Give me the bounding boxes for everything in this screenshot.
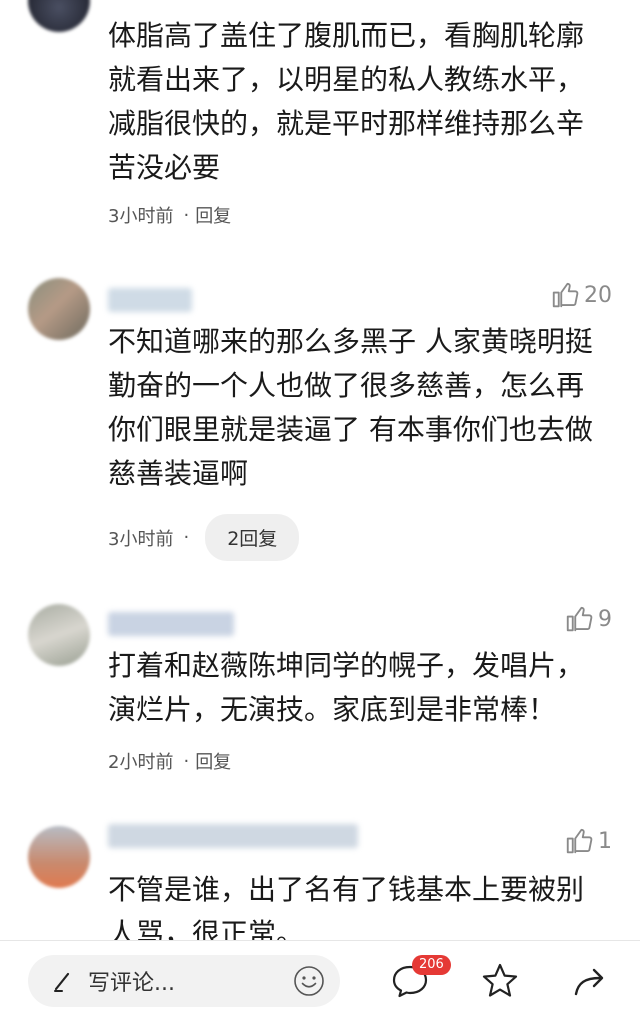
username-blurred[interactable] [108,288,192,312]
comment-text: 不知道哪来的那么多黑子 人家黄晓明挺 勤奋的一个人也做了很多慈善，怎么再 你们眼… [108,325,593,490]
comment-time: 3小时前 [108,528,174,550]
comment-meta: 2小时前 · 回复 [108,748,231,774]
comment-3: 9 打着和赵薇陈坤同学的幌子，发唱片， 演烂片，无演技。家底到是非常棒！ 2小时… [0,598,640,798]
reply-button[interactable]: 回复 [195,748,231,774]
pen-icon [54,972,70,992]
write-comment-input[interactable]: 写评论... [28,955,340,1007]
like-count: 9 [598,606,612,632]
bottom-bar: 写评论... 206 [0,940,640,1021]
star-icon[interactable] [480,961,520,1001]
avatar[interactable] [28,0,90,32]
thumbs-up-icon [566,606,593,632]
comment-meta: 3小时前 · 回复 [108,202,231,228]
comment-1: 体脂高了盖住了腹肌而已，看胸肌轮廓 就看出来了，以明星的私人教练水平， 减脂很快… [0,0,640,250]
avatar[interactable] [28,278,90,340]
smile-icon[interactable] [292,964,326,998]
username-blurred[interactable] [108,824,358,848]
separator: · [183,204,190,226]
avatar[interactable] [28,826,90,888]
comment-meta: 3小时前 · 2回复 [108,514,300,561]
like-button[interactable]: 9 [564,604,612,634]
avatar[interactable] [28,604,90,666]
comment-count-badge: 206 [412,955,451,975]
comment-time: 2小时前 [108,752,174,773]
comment-2: 20 不知道哪来的那么多黑子 人家黄晓明挺 勤奋的一个人也做了很多慈善，怎么再 … [0,270,640,570]
comment-text: 体脂高了盖住了腹肌而已，看胸肌轮廓 就看出来了，以明星的私人教练水平， 减脂很快… [108,19,585,184]
comment-4: 1 不管是谁，出了名有了钱基本上要被别 人骂，很正常。 [0,820,640,940]
reply-button[interactable]: 回复 [195,202,231,228]
share-icon[interactable] [570,961,610,1001]
like-count: 20 [584,282,612,308]
like-button[interactable]: 1 [564,826,612,856]
separator: · [183,750,190,772]
thumbs-up-icon [552,282,579,308]
comment-text: 打着和赵薇陈坤同学的幌子，发唱片， 演烂片，无演技。家底到是非常棒！ [108,649,585,726]
like-button[interactable]: 20 [550,280,612,310]
username-blurred[interactable] [108,612,234,636]
replies-button[interactable]: 2回复 [205,514,300,561]
comment-time: 3小时前 [108,206,174,227]
thumbs-up-icon [566,828,593,854]
comment-feed[interactable]: 体脂高了盖住了腹肌而已，看胸肌轮廓 就看出来了，以明星的私人教练水平， 减脂很快… [0,0,640,940]
comment-text: 不管是谁，出了名有了钱基本上要被别 人骂，很正常。 [108,873,585,940]
comment-placeholder: 写评论... [88,971,175,996]
separator: · [183,527,190,548]
like-count: 1 [598,828,612,854]
